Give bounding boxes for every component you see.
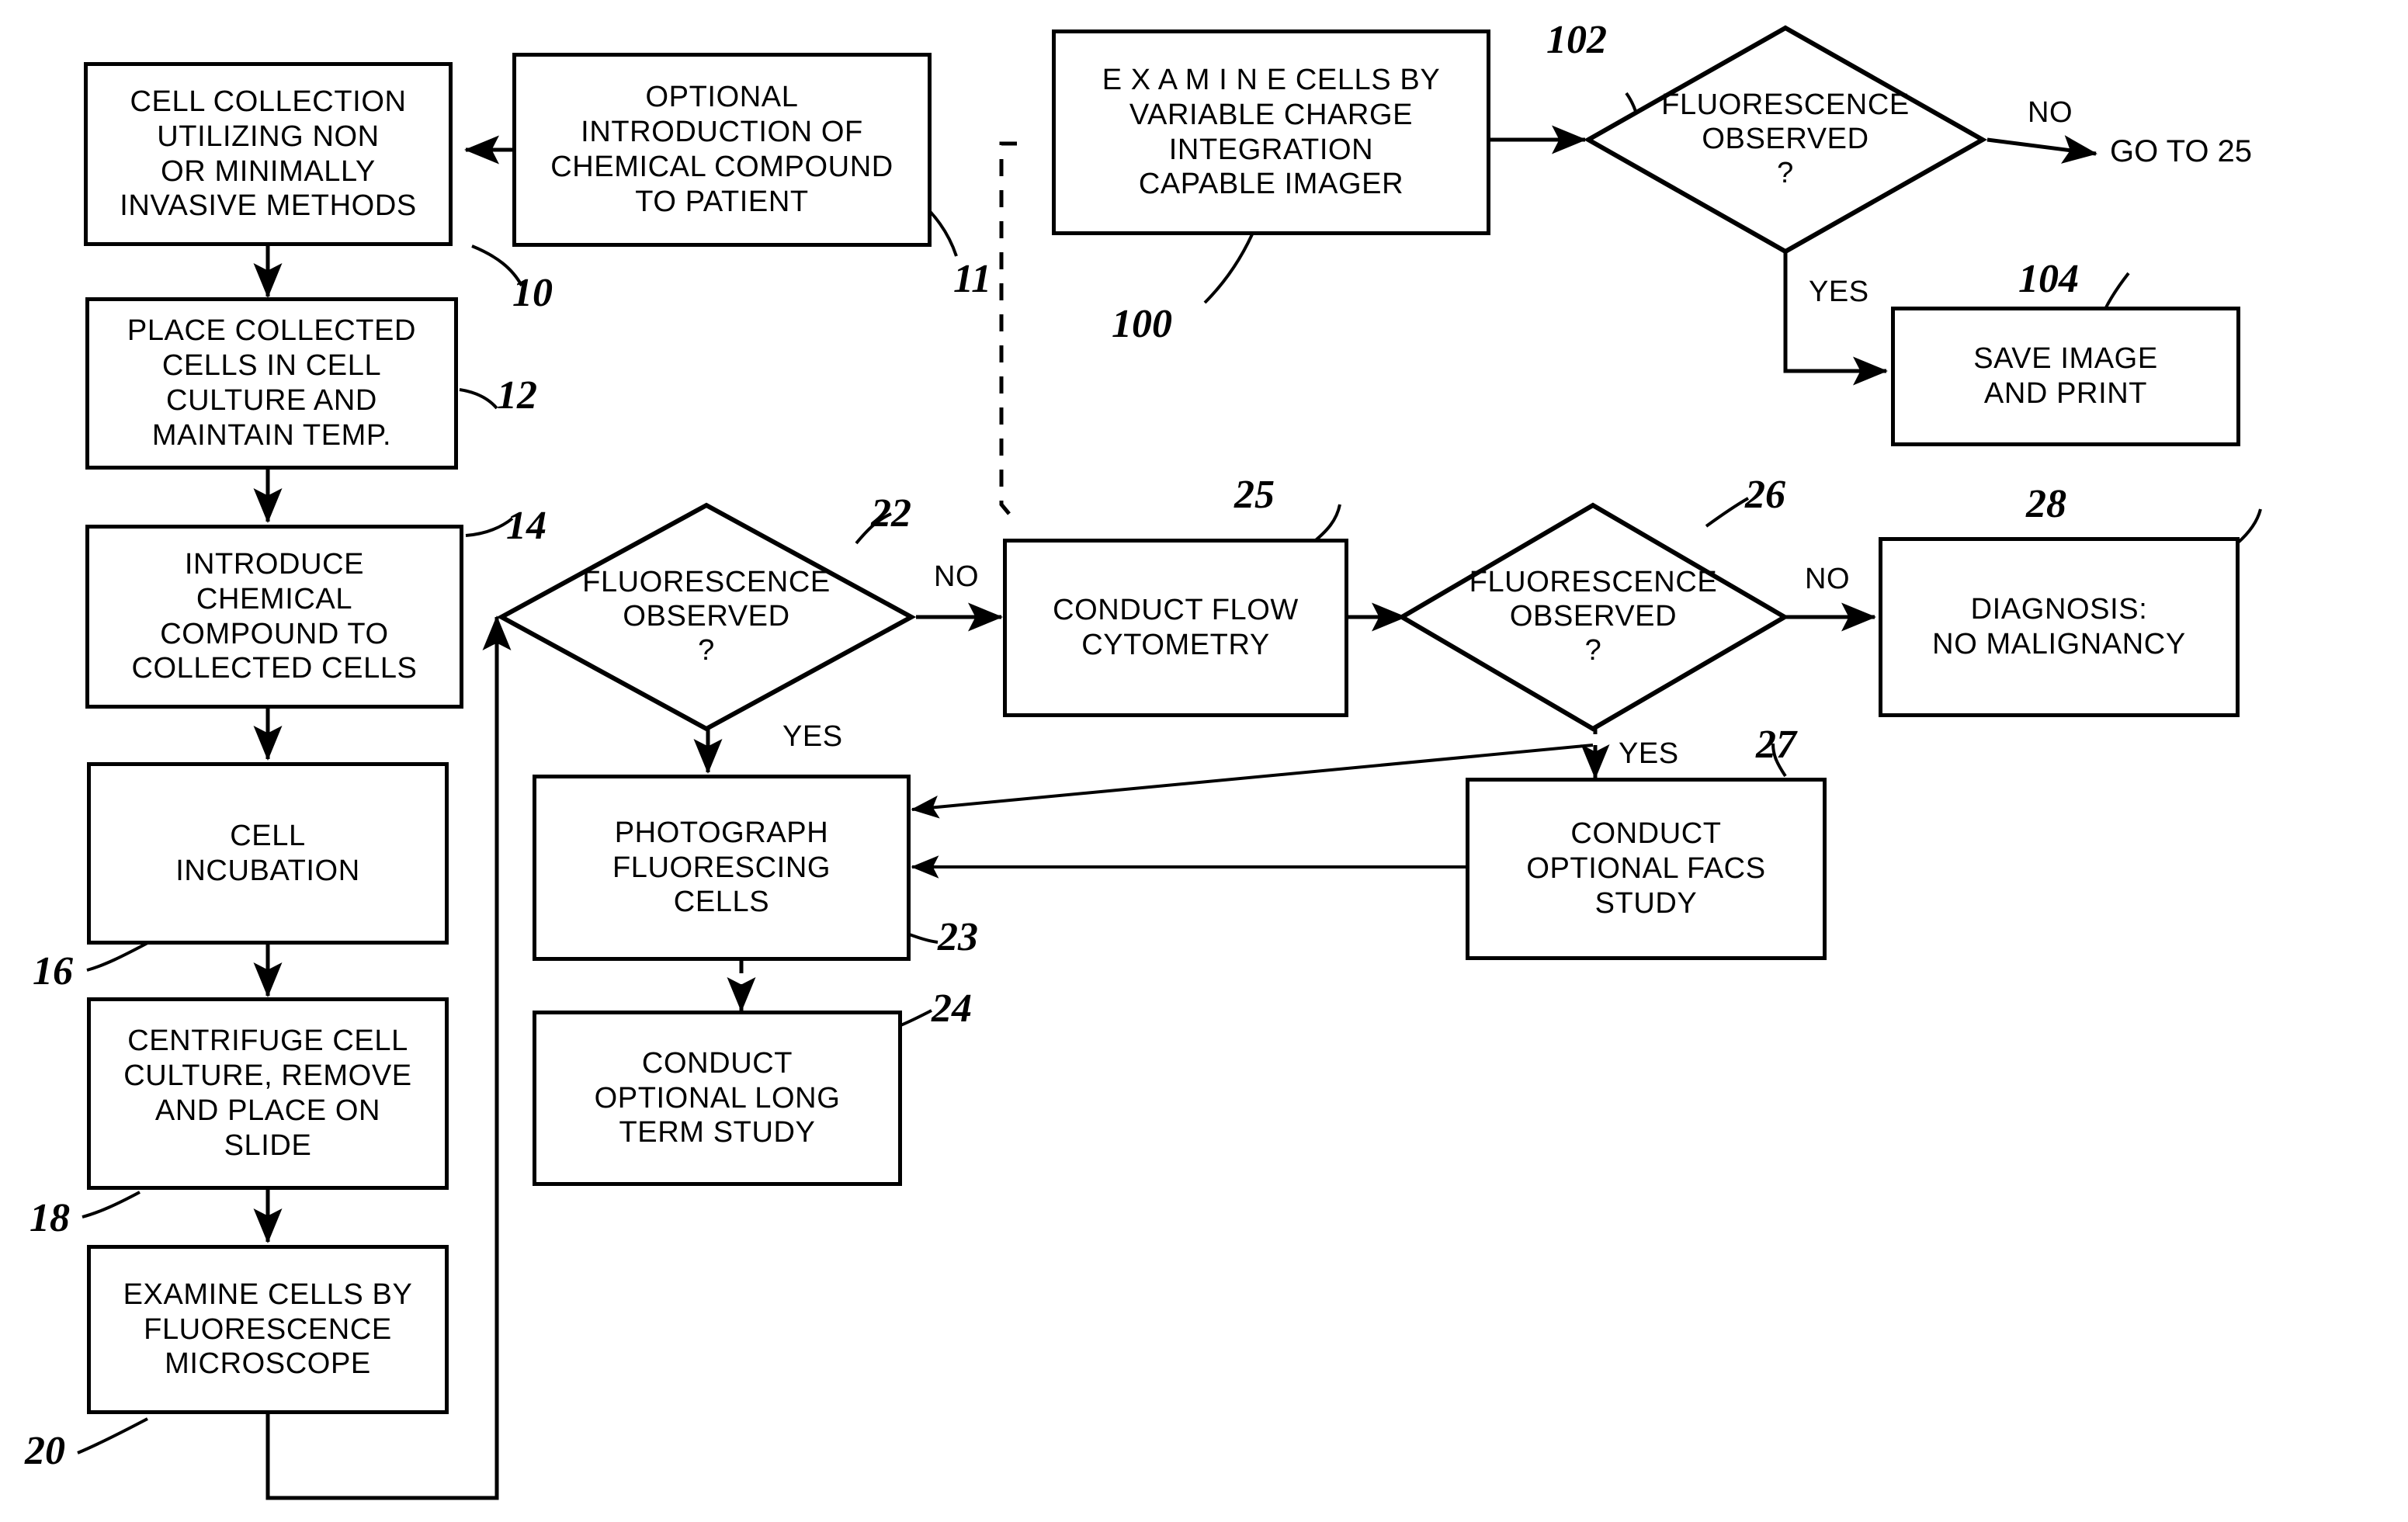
ref-numeral-28: 28 — [2026, 482, 2066, 526]
node-examine-imager-label: E X A M I N E CELLS BY VARIABLE CHARGE I… — [1102, 63, 1441, 201]
node-conduct-flow-cytometry: CONDUCT FLOW CYTOMETRY — [1003, 539, 1348, 717]
leader-18 — [82, 1191, 141, 1219]
node-conduct-optional-facs-study: CONDUCT OPTIONAL FACS STUDY — [1466, 778, 1827, 960]
leader-24 — [898, 1009, 932, 1028]
node-examine-imager: E X A M I N E CELLS BY VARIABLE CHARGE I… — [1052, 29, 1490, 235]
edge-label-yes-26: YES — [1619, 737, 1679, 770]
node-decision-fluorescence-102-label: FLUORESCENCE OBSERVED ? — [1661, 88, 1910, 189]
ref-numeral-11: 11 — [953, 257, 992, 301]
edge-label-no-102: NO — [2028, 96, 2073, 129]
flowchart-canvas: CELL COLLECTION UTILIZING NON OR MINIMAL… — [0, 0, 2408, 1522]
terminal-go-to-25: GO TO 25 — [2110, 134, 2253, 168]
leader-25 — [1310, 504, 1341, 545]
ref-numeral-24: 24 — [932, 986, 972, 1031]
node-photograph-fluorescing-cells: PHOTOGRAPH FLUORESCING CELLS — [533, 775, 911, 961]
node-cell-incubation-label: CELL INCUBATION — [175, 819, 360, 887]
node-centrifuge-cell-culture: CENTRIFUGE CELL CULTURE, REMOVE AND PLAC… — [87, 997, 449, 1190]
ref-numeral-23: 23 — [938, 915, 978, 959]
edge-label-yes-22: YES — [782, 720, 843, 753]
edge-label-no-22: NO — [934, 560, 979, 593]
ref-numeral-100: 100 — [1112, 302, 1172, 346]
node-conduct-flow-cytometry-label: CONDUCT FLOW CYTOMETRY — [1053, 594, 1299, 661]
edge-label-yes-102: YES — [1809, 276, 1869, 308]
node-examine-microscope-label: EXAMINE CELLS BY FLUORESCENCE MICROSCOPE — [123, 1278, 413, 1381]
leader-20 — [77, 1417, 148, 1454]
node-decision-fluorescence-102: FLUORESCENCE OBSERVED ? — [1584, 23, 1987, 256]
leader-12 — [459, 388, 498, 410]
ref-numeral-25: 25 — [1234, 473, 1275, 517]
edge-label-no-26: NO — [1805, 563, 1850, 595]
leader-16 — [86, 941, 148, 972]
ref-numeral-12: 12 — [497, 373, 537, 418]
node-conduct-optional-long-term-study: CONDUCT OPTIONAL LONG TERM STUDY — [533, 1011, 902, 1186]
node-optional-introduction: OPTIONAL INTRODUCTION OF CHEMICAL COMPOU… — [512, 53, 932, 247]
node-centrifuge-cell-culture-label: CENTRIFUGE CELL CULTURE, REMOVE AND PLAC… — [123, 1024, 412, 1162]
node-conduct-optional-facs-study-label: CONDUCT OPTIONAL FACS STUDY — [1526, 817, 1766, 920]
ref-numeral-14: 14 — [506, 504, 546, 548]
node-cell-incubation: CELL INCUBATION — [87, 762, 449, 945]
ref-numeral-10: 10 — [512, 271, 553, 315]
node-save-image-and-print-label: SAVE IMAGE AND PRINT — [1973, 342, 2158, 410]
ref-numeral-18: 18 — [29, 1196, 70, 1240]
node-introduce-chemical-compound-label: INTRODUCE CHEMICAL COMPOUND TO COLLECTED… — [131, 547, 418, 685]
node-diagnosis-no-malignancy-label: DIAGNOSIS: NO MALIGNANCY — [1932, 593, 2186, 660]
node-decision-fluorescence-26: FLUORESCENCE OBSERVED ? — [1397, 501, 1789, 733]
node-photograph-fluorescing-cells-label: PHOTOGRAPH FLUORESCING CELLS — [612, 816, 831, 919]
edge-decision102-no — [1986, 135, 2097, 164]
ref-numeral-20: 20 — [25, 1429, 65, 1473]
leader-104 — [2104, 272, 2130, 310]
node-place-collected-cells: PLACE COLLECTED CELLS IN CELL CULTURE AN… — [85, 297, 458, 470]
node-cell-collection-label: CELL COLLECTION UTILIZING NON OR MINIMAL… — [120, 85, 417, 223]
node-decision-fluorescence-22-label: FLUORESCENCE OBSERVED ? — [582, 566, 831, 667]
node-decision-fluorescence-26-label: FLUORESCENCE OBSERVED ? — [1469, 566, 1718, 667]
node-decision-fluorescence-22: FLUORESCENCE OBSERVED ? — [497, 501, 916, 733]
node-conduct-optional-long-term-study-label: CONDUCT OPTIONAL LONG TERM STUDY — [594, 1046, 841, 1149]
node-examine-microscope: EXAMINE CELLS BY FLUORESCENCE MICROSCOPE — [87, 1245, 449, 1414]
ref-numeral-26: 26 — [1745, 473, 1785, 517]
node-cell-collection: CELL COLLECTION UTILIZING NON OR MINIMAL… — [84, 62, 453, 246]
node-diagnosis-no-malignancy: DIAGNOSIS: NO MALIGNANCY — [1879, 537, 2240, 717]
ref-numeral-104: 104 — [2018, 257, 2079, 301]
leader-100 — [1203, 234, 1254, 304]
node-optional-introduction-label: OPTIONAL INTRODUCTION OF CHEMICAL COMPOU… — [550, 81, 893, 218]
leader-28 — [2236, 508, 2262, 545]
ref-numeral-22: 22 — [871, 491, 911, 536]
ref-numeral-16: 16 — [33, 949, 73, 993]
node-place-collected-cells-label: PLACE COLLECTED CELLS IN CELL CULTURE AN… — [127, 314, 417, 452]
node-save-image-and-print: SAVE IMAGE AND PRINT — [1891, 307, 2240, 446]
ref-numeral-27: 27 — [1756, 723, 1796, 767]
ref-numeral-102: 102 — [1546, 18, 1607, 62]
edge-dashed-imager-branch — [999, 141, 1017, 515]
node-introduce-chemical-compound: INTRODUCE CHEMICAL COMPOUND TO COLLECTED… — [85, 525, 463, 709]
